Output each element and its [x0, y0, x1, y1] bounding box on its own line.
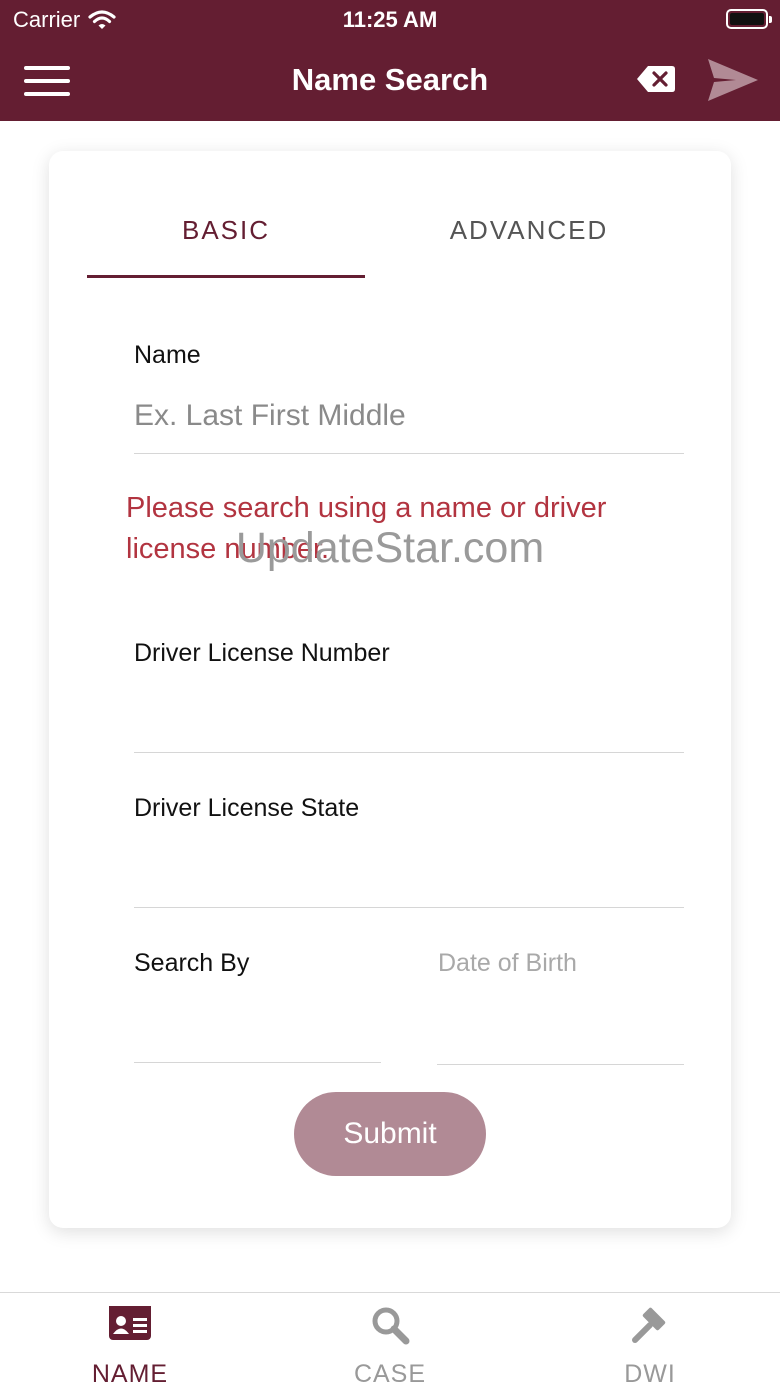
watermark-text: UpdateStar.com	[235, 524, 545, 572]
dl-state-input[interactable]	[134, 843, 684, 889]
search-by-select[interactable]: Date of Birth	[438, 949, 577, 978]
name-label: Name	[134, 341, 201, 369]
dl-number-underline	[134, 752, 684, 753]
dl-state-label: Driver License State	[134, 794, 360, 822]
dl-state-underline	[134, 907, 684, 908]
tab-advanced[interactable]: ADVANCED	[389, 215, 669, 246]
tabbar-label-dwi: DWI	[624, 1360, 676, 1387]
submit-button[interactable]: Submit	[294, 1092, 486, 1176]
name-input[interactable]	[134, 393, 684, 439]
tabbar-item-name[interactable]: NAME	[0, 1293, 260, 1387]
search-form-card: BASIC ADVANCED Name Please search using …	[49, 151, 731, 1228]
dl-number-input[interactable]	[134, 687, 684, 733]
battery-icon	[726, 9, 772, 29]
search-by-underline	[134, 1062, 381, 1063]
name-underline	[134, 453, 684, 454]
dl-number-label: Driver License Number	[134, 639, 390, 667]
bottom-tab-bar: NAME CASE DWI	[0, 1292, 780, 1387]
tab-basic[interactable]: BASIC	[87, 215, 365, 246]
tabbar-label-case: CASE	[353, 1360, 427, 1387]
tabbar-label-name: NAME	[91, 1360, 169, 1387]
id-card-icon	[109, 1306, 151, 1340]
tabbar-item-dwi[interactable]: DWI	[520, 1293, 780, 1387]
gavel-icon	[632, 1307, 666, 1343]
status-bar: Carrier 11:25 AM	[0, 0, 780, 40]
status-time: 11:25 AM	[342, 7, 438, 32]
navigation-bar: Carrier 11:25 AM Name Search	[0, 0, 780, 121]
search-icon	[372, 1307, 410, 1345]
backspace-icon[interactable]	[636, 64, 676, 94]
tab-selection-indicator	[87, 275, 365, 278]
send-icon[interactable]	[706, 57, 760, 103]
search-by-label: Search By	[134, 949, 250, 977]
tabbar-item-case[interactable]: CASE	[260, 1293, 520, 1387]
search-by-value-underline	[437, 1064, 684, 1065]
